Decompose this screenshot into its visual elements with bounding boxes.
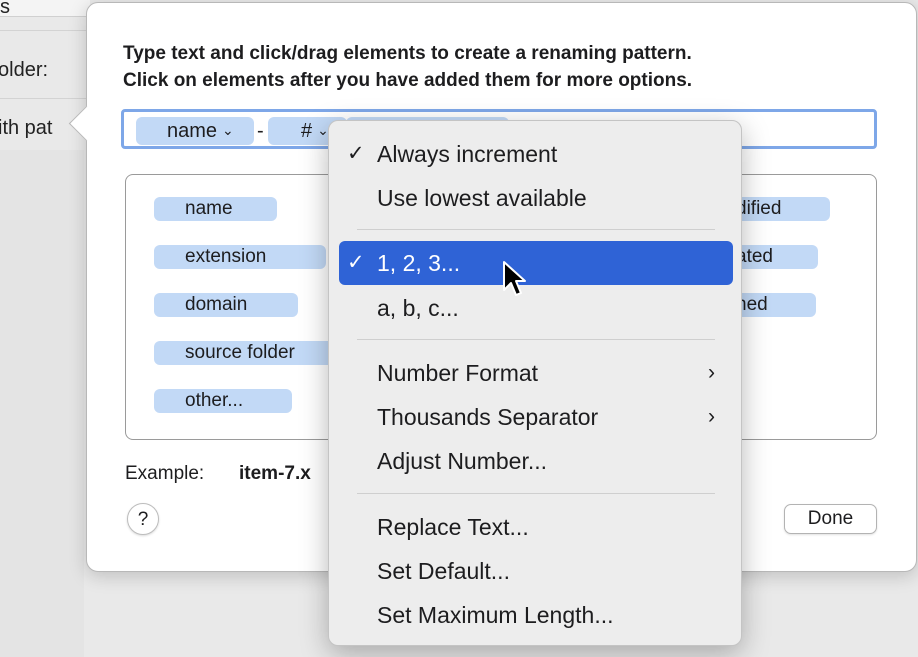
example-value: item-7.x	[239, 463, 311, 484]
help-button-label: ?	[137, 509, 149, 530]
menu-item-label: Set Default...	[377, 558, 510, 584]
menu-item-numeric-sequence[interactable]: ✓ 1, 2, 3...	[339, 241, 733, 285]
chevron-right-icon: ›	[708, 361, 715, 384]
menu-item-label: 1, 2, 3...	[377, 250, 461, 276]
pattern-separator: -	[257, 120, 264, 142]
checkmark-icon: ✓	[347, 251, 365, 274]
number-token-menu: ✓ Always increment Use lowest available …	[328, 120, 742, 646]
menu-separator	[357, 493, 715, 494]
checkmark-icon: ✓	[347, 142, 365, 165]
element-chip-domain[interactable]: domain	[154, 293, 298, 317]
menu-item-always-increment[interactable]: ✓ Always increment	[339, 132, 733, 176]
question-mark-icon[interactable]: ?	[127, 503, 159, 535]
instructions-line-1: Type text and click/drag elements to cre…	[123, 43, 692, 64]
menu-item-set-maximum-length[interactable]: Set Maximum Length...	[339, 593, 733, 637]
example-label: Example:	[125, 463, 205, 484]
menu-item-label: Number Format	[377, 360, 539, 386]
pattern-token-label: #	[301, 120, 313, 142]
menu-item-thousands-separator[interactable]: Thousands Separator ›	[339, 395, 733, 439]
background-folder-label: older:	[0, 59, 49, 81]
menu-item-label: Set Maximum Length...	[377, 602, 614, 628]
background-panel	[0, 150, 84, 657]
menu-item-label: Always increment	[377, 141, 558, 167]
background-divider	[0, 98, 90, 99]
menu-item-replace-text[interactable]: Replace Text...	[339, 505, 733, 549]
menu-item-set-default[interactable]: Set Default...	[339, 549, 733, 593]
instructions-line-2: Click on elements after you have added t…	[123, 70, 693, 91]
background-tab-strip: s	[0, 0, 90, 18]
menu-item-label: Thousands Separator	[377, 404, 599, 430]
chevron-right-icon: ›	[708, 405, 715, 428]
menu-item-label: Adjust Number...	[377, 448, 548, 474]
pattern-token-label: name	[167, 120, 218, 142]
menu-item-use-lowest-available[interactable]: Use lowest available	[339, 176, 733, 220]
element-chip-name[interactable]: name	[154, 197, 277, 221]
background-with-pattern-label: ith pat	[0, 117, 53, 139]
element-chip-source-folder[interactable]: source folder	[154, 341, 334, 365]
chevron-down-icon: ⌄	[222, 122, 234, 138]
menu-separator	[357, 339, 715, 340]
background-tab-label: s	[0, 0, 10, 18]
pattern-token-name[interactable]: name ⌄	[136, 117, 254, 145]
instructions-text: Type text and click/drag elements to cre…	[123, 40, 883, 94]
done-button[interactable]: Done	[784, 504, 877, 534]
mouse-pointer-icon	[503, 261, 526, 296]
menu-item-adjust-number[interactable]: Adjust Number...	[339, 439, 733, 483]
menu-item-alpha-sequence[interactable]: a, b, c...	[339, 286, 733, 330]
menu-separator	[357, 229, 715, 230]
menu-item-number-format[interactable]: Number Format ›	[339, 351, 733, 395]
element-chip-extension[interactable]: extension	[154, 245, 326, 269]
element-chip-other[interactable]: other...	[154, 389, 292, 413]
menu-item-label: Use lowest available	[377, 185, 587, 211]
menu-item-label: a, b, c...	[377, 295, 459, 321]
menu-item-label: Replace Text...	[377, 514, 529, 540]
background-divider	[0, 30, 90, 31]
